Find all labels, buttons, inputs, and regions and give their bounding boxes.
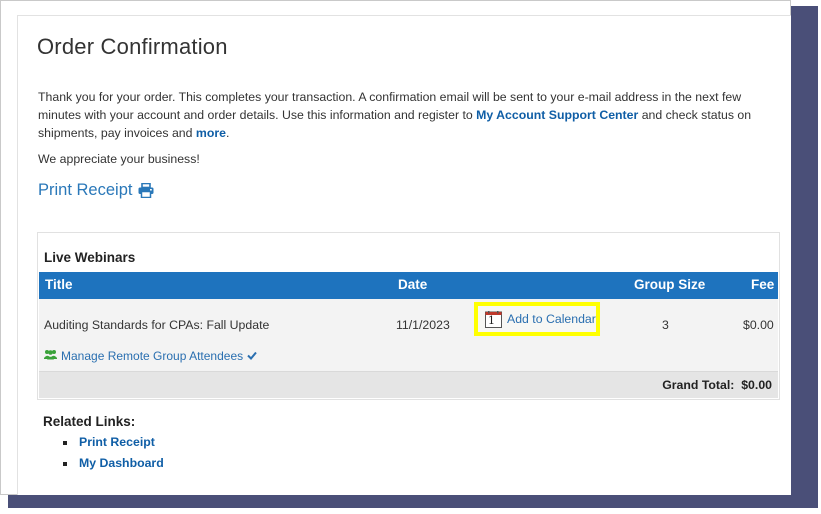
webinar-title: Auditing Standards for CPAs: Fall Update bbox=[44, 318, 270, 332]
users-group-icon bbox=[44, 349, 57, 363]
column-header-title: Title bbox=[45, 277, 73, 292]
related-link-print-receipt[interactable]: Print Receipt bbox=[63, 434, 164, 455]
webinar-date: 11/1/2023 bbox=[396, 318, 450, 332]
manage-attendees-label: Manage Remote Group Attendees bbox=[61, 349, 244, 363]
calendar-day-number: 1 bbox=[488, 313, 495, 327]
print-receipt-link[interactable]: Print Receipt bbox=[38, 181, 154, 200]
related-link-my-dashboard[interactable]: My Dashboard bbox=[63, 455, 164, 476]
column-header-group-size: Group Size bbox=[634, 277, 706, 292]
manage-attendees-link[interactable]: Manage Remote Group Attendees bbox=[44, 349, 257, 363]
more-link[interactable]: more bbox=[196, 126, 226, 140]
checkmark-icon bbox=[247, 349, 257, 363]
support-center-link[interactable]: My Account Support Center bbox=[476, 108, 638, 122]
order-summary-panel: Live Webinars Title Date Group Size Fee … bbox=[37, 232, 780, 400]
column-header-date: Date bbox=[398, 277, 428, 292]
grand-total-value: $0.00 bbox=[741, 378, 772, 392]
grand-total-row: Grand Total: $0.00 bbox=[39, 372, 778, 398]
printer-icon bbox=[138, 183, 154, 198]
print-receipt-label: Print Receipt bbox=[38, 181, 133, 199]
table-header: Title Date Group Size Fee bbox=[39, 272, 778, 299]
section-title: Live Webinars bbox=[44, 250, 136, 265]
group-size-value: 3 bbox=[662, 318, 669, 332]
related-links-list: Print Receipt My Dashboard bbox=[63, 434, 164, 476]
table-row: Auditing Standards for CPAs: Fall Update… bbox=[39, 299, 778, 372]
calendar-icon: 1 bbox=[485, 310, 502, 328]
grand-total: Grand Total: $0.00 bbox=[662, 378, 772, 392]
grand-total-label: Grand Total: bbox=[662, 378, 735, 392]
add-to-calendar-button[interactable]: 1 Add to Calendar bbox=[474, 302, 600, 336]
window-frame: Order Confirmation Thank you for your or… bbox=[0, 0, 791, 495]
intro-paragraph: Thank you for your order. This completes… bbox=[38, 88, 773, 142]
page-title: Order Confirmation bbox=[37, 34, 228, 59]
appreciation-text: We appreciate your business! bbox=[38, 152, 200, 166]
intro-text-end: . bbox=[225, 126, 230, 140]
related-links-title: Related Links: bbox=[43, 414, 136, 429]
column-header-fee: Fee bbox=[751, 277, 775, 292]
add-to-calendar-label: Add to Calendar bbox=[507, 312, 596, 326]
fee-value: $0.00 bbox=[743, 318, 774, 332]
